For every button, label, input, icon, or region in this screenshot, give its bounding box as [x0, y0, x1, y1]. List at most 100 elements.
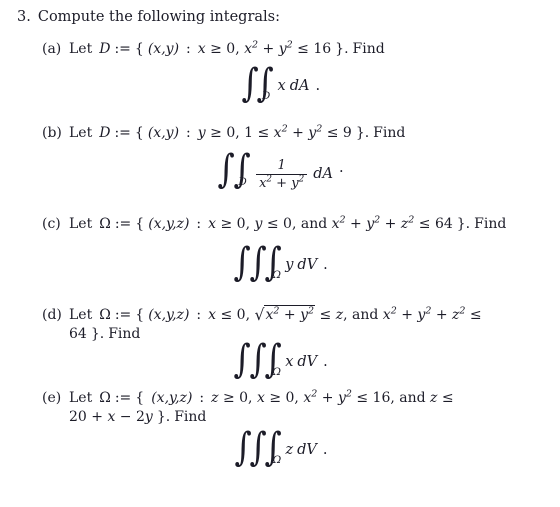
item-d-tuple: (x,y,z)	[148, 307, 190, 323]
display-equation-c: ∫ ∫ ∫ Ω y dV .	[0, 240, 560, 285]
integral-subscript-a: D	[261, 90, 271, 103]
equation-terminator-d: .	[323, 354, 328, 370]
integral-subscript-c: Ω	[272, 269, 281, 282]
item-a-label: (a)	[42, 41, 62, 57]
integral-expression-c: ∫ ∫ ∫ Ω y dV .	[232, 240, 328, 285]
item-e-set-name: Ω	[99, 390, 111, 406]
item-b-lead: Let	[69, 125, 93, 141]
equation-terminator-a: .	[315, 78, 321, 94]
item-d-find: Find	[108, 325, 141, 342]
problem-prompt: Compute the following integrals:	[37, 9, 280, 25]
item-b-set-name: D	[99, 125, 111, 141]
item-a-open-brace: {	[134, 41, 144, 57]
triple-integral-e: ∫ ∫ ∫ Ω	[233, 428, 282, 468]
item-a: (a) Let D:={(x,y): x ≥ 0, x2 + y2 ≤ 16}. Fin…	[42, 40, 554, 59]
item-c-colon: :	[196, 216, 202, 232]
document-page: 3. Compute the following integrals: (a) Le…	[0, 0, 560, 507]
equation-terminator-c: .	[323, 257, 328, 273]
item-c: (c) Let Ω:={(x,y,z): x ≥ 0, y ≤ 0, and x2 +…	[42, 215, 554, 234]
item-a-set-name: D	[99, 41, 111, 57]
integral-subscript-e: Ω	[272, 454, 282, 467]
integral-sign-icon: ∫	[233, 337, 252, 382]
equation-terminator-e: .	[322, 442, 328, 458]
integrand-e: z dV	[285, 442, 317, 458]
double-integral-a: ∫ ∫ D	[240, 64, 274, 104]
item-d-defsym: :=	[114, 307, 132, 323]
item-e-continuation-value: 20 + x − 2y	[69, 408, 153, 425]
integral-expression-a: ∫ ∫ D x dA .	[240, 64, 321, 104]
item-e-close-brace: }.	[156, 408, 171, 425]
integral-expression-b: ∫ ∫ D 1 x2 + y2 dA .	[216, 150, 344, 191]
square-root-d: √ x2 + y2	[254, 305, 316, 324]
item-a-statement: (a) Let D:={(x,y): x ≥ 0, x2 + y2 ≤ 16}. Fin…	[42, 40, 554, 59]
problem-heading: 3. Compute the following integrals:	[17, 8, 280, 26]
triple-integral-d: ∫ ∫ ∫ Ω	[232, 337, 282, 382]
display-equation-a: ∫ ∫ D x dA .	[0, 64, 560, 104]
integrand-a: x dA	[277, 78, 310, 94]
item-c-tuple: (x,y,z)	[148, 216, 190, 232]
item-c-conditions: x ≥ 0, y ≤ 0, and x2 + y2 + z2 ≤ 64	[208, 214, 453, 232]
item-b-open-brace: {	[134, 125, 144, 141]
item-b-defsym: :=	[114, 125, 131, 141]
item-d-statement: (d) Let Ω:={(x,y,z): x ≤ 0, √ x2 + y2 ≤ z, a…	[42, 305, 554, 325]
fraction-denominator-b: x2 + y2	[256, 174, 308, 191]
item-d-open-brace: {	[135, 307, 145, 323]
item-c-close-brace: }.	[456, 216, 471, 232]
display-equation-b: ∫ ∫ D 1 x2 + y2 dA .	[0, 150, 560, 191]
item-d-conditions: x ≤ 0, √ x2 + y2 ≤ z, and x2 + y2 + z2 ≤	[208, 305, 482, 324]
item-a-tuple: (x,y)	[147, 41, 180, 57]
item-d-continuation-value: 64	[69, 325, 87, 342]
integral-expression-e: ∫ ∫ ∫ Ω z dV .	[233, 428, 328, 468]
item-a-conditions: x ≥ 0, x2 + y2 ≤ 16	[197, 39, 332, 57]
item-b-close-brace: }.	[355, 125, 370, 141]
item-d-label: (d)	[42, 307, 62, 323]
item-c-open-brace: {	[135, 216, 145, 232]
problem-number: 3.	[17, 9, 31, 25]
integral-expression-d: ∫ ∫ ∫ Ω x dV .	[232, 337, 328, 382]
item-d-colon: :	[196, 307, 202, 323]
item-a-find: Find	[352, 41, 385, 57]
item-e-conditions: z ≥ 0, x ≥ 0, x2 + y2 ≤ 16, and z ≤	[211, 388, 454, 406]
integrand-b: 1 x2 + y2 dA	[254, 156, 333, 191]
item-a-lead: Let	[69, 41, 93, 57]
double-integral-b: ∫ ∫ D	[216, 150, 251, 190]
item-a-close-brace: }.	[335, 41, 349, 57]
item-c-statement: (c) Let Ω:={(x,y,z): x ≥ 0, y ≤ 0, and x2 +…	[42, 215, 554, 234]
item-b-colon: :	[186, 125, 191, 141]
item-b-statement: (b) Let D:={(x,y): y ≥ 0, 1 ≤ x2 + y2 ≤ 9}.…	[42, 124, 554, 143]
fraction-b: 1 x2 + y2	[256, 158, 308, 191]
integral-subscript-d: Ω	[272, 366, 281, 379]
item-d: (d) Let Ω:={(x,y,z): x ≤ 0, √ x2 + y2 ≤ z, a…	[42, 305, 554, 344]
item-a-colon: :	[186, 41, 191, 57]
integral-subscript-b: D	[238, 176, 247, 189]
measure-b: dA	[313, 165, 333, 182]
item-e: (e) Let Ω:={(x,y,z): z ≥ 0, x ≥ 0, x2 + y2 …	[42, 389, 554, 427]
item-c-defsym: :=	[114, 216, 132, 232]
display-equation-d: ∫ ∫ ∫ Ω x dV .	[0, 337, 560, 382]
item-e-label: (e)	[42, 390, 62, 406]
item-b-label: (b)	[42, 125, 62, 141]
item-d-close-brace: }.	[90, 325, 105, 342]
item-e-find: Find	[174, 408, 207, 425]
item-c-lead: Let	[69, 216, 93, 232]
item-c-find: Find	[474, 216, 507, 232]
equation-terminator-b: .	[338, 160, 344, 176]
item-b: (b) Let D:={(x,y): y ≥ 0, 1 ≤ x2 + y2 ≤ 9}.…	[42, 124, 554, 143]
display-equation-e: ∫ ∫ ∫ Ω z dV .	[0, 428, 560, 468]
item-a-defsym: :=	[114, 41, 131, 57]
item-d-lead: Let	[69, 307, 93, 323]
item-e-open-brace: {	[135, 390, 145, 406]
integral-sign-icon: ∫	[233, 240, 252, 285]
item-e-statement: (e) Let Ω:={(x,y,z): z ≥ 0, x ≥ 0, x2 + y2 …	[42, 389, 554, 408]
item-e-tuple: (x,y,z)	[151, 390, 193, 406]
item-c-label: (c)	[42, 216, 61, 232]
item-b-find: Find	[373, 125, 406, 141]
item-d-set-name: Ω	[99, 307, 111, 323]
item-e-continuation: 20 + x − 2y}. Find	[42, 408, 554, 427]
radical-icon: √	[254, 305, 265, 324]
integrand-d: x dV	[285, 354, 318, 370]
fraction-numerator-b: 1	[277, 158, 286, 173]
item-d-continuation: 64}. Find	[42, 325, 554, 344]
item-e-lead: Let	[69, 390, 93, 406]
item-c-set-name: Ω	[99, 216, 111, 232]
